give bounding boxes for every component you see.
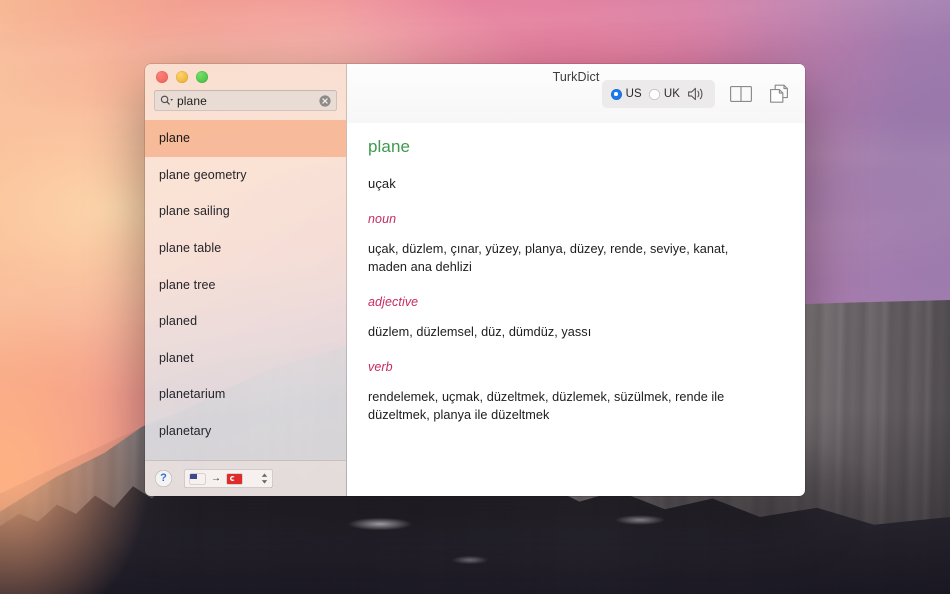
sense-list-adjective: düzlem, düzlemsel, düz, dümdüz, yassı xyxy=(368,325,592,340)
word-label: planet xyxy=(159,350,194,365)
list-item[interactable]: plane tree xyxy=(145,266,346,303)
radio-unselected-icon xyxy=(648,88,660,100)
direction-arrow: → xyxy=(211,472,221,484)
list-item[interactable]: planetarium xyxy=(145,376,346,413)
list-item[interactable]: planetary xyxy=(145,413,346,450)
accent-selector-group: US UK xyxy=(601,80,715,108)
speaker-icon[interactable] xyxy=(687,86,706,102)
sense-list-verb: rendelemek, uçmak, düzeltmek, düzlemek, … xyxy=(368,390,725,423)
word-label: plane sailing xyxy=(159,204,230,219)
content-pane: TurkDict US UK plane uçak noun uçak, düz… xyxy=(347,64,805,496)
headword: plane xyxy=(368,137,411,156)
toolbar: US UK xyxy=(601,80,791,108)
accent-label-uk: UK xyxy=(663,88,680,100)
word-label: plane xyxy=(159,131,191,146)
word-label: planed xyxy=(159,314,198,329)
search-input-value[interactable]: plane xyxy=(177,94,319,108)
sense-list-noun: uçak, düzlem, çınar, yüzey, planya, düze… xyxy=(368,242,729,275)
list-item[interactable]: plane sailing xyxy=(145,193,346,230)
titlebar: TurkDict US UK xyxy=(347,64,805,123)
turkdict-window: plane plane plane geometry plane sailing… xyxy=(145,64,805,496)
radio-selected-icon xyxy=(610,88,622,100)
clear-icon[interactable] xyxy=(319,94,331,107)
window-controls xyxy=(145,64,346,90)
list-item[interactable]: plane geometry xyxy=(145,157,346,194)
us-flag-icon xyxy=(190,473,205,484)
help-button[interactable]: ? xyxy=(155,470,172,487)
list-item[interactable]: plane table xyxy=(145,230,346,267)
minimize-button[interactable] xyxy=(176,71,188,83)
word-label: planetary xyxy=(159,424,212,439)
accent-radio-uk[interactable]: UK xyxy=(648,88,680,100)
copy-icon[interactable] xyxy=(767,83,791,105)
accent-label-us: US xyxy=(625,88,642,100)
word-list[interactable]: plane plane geometry plane sailing plane… xyxy=(145,120,346,460)
list-item[interactable]: planed xyxy=(145,303,346,340)
word-label: planetarium xyxy=(159,387,226,402)
list-item[interactable]: plane xyxy=(145,120,346,157)
close-button[interactable] xyxy=(156,71,168,83)
desktop-background: plane plane plane geometry plane sailing… xyxy=(0,0,950,594)
language-direction-popup[interactable]: → xyxy=(184,469,273,488)
primary-translation: uçak xyxy=(368,176,396,191)
chevron-updown-icon[interactable] xyxy=(259,472,270,485)
list-item[interactable]: planet xyxy=(145,340,346,377)
search-icon xyxy=(160,95,174,106)
accent-radio-us[interactable]: US xyxy=(610,88,642,100)
word-label: plane table xyxy=(159,241,222,256)
turkey-flag-icon xyxy=(227,473,242,484)
search-field-container: plane xyxy=(145,90,346,120)
part-of-speech-noun: noun xyxy=(368,212,397,226)
part-of-speech-adjective: adjective xyxy=(368,295,419,310)
sidebar: plane plane plane geometry plane sailing… xyxy=(145,64,347,496)
zoom-button[interactable] xyxy=(196,71,208,83)
search-field[interactable]: plane xyxy=(154,90,337,111)
page-title: TurkDict xyxy=(552,70,600,84)
word-label: plane geometry xyxy=(159,167,247,182)
definition-panel: plane uçak noun uçak, düzlem, çınar, yüz… xyxy=(347,123,805,496)
book-icon[interactable] xyxy=(729,84,753,104)
word-label: plane tree xyxy=(159,277,216,292)
sidebar-bottom-bar: ? → xyxy=(145,460,346,496)
part-of-speech-verb: verb xyxy=(368,360,393,375)
help-label: ? xyxy=(160,472,167,484)
